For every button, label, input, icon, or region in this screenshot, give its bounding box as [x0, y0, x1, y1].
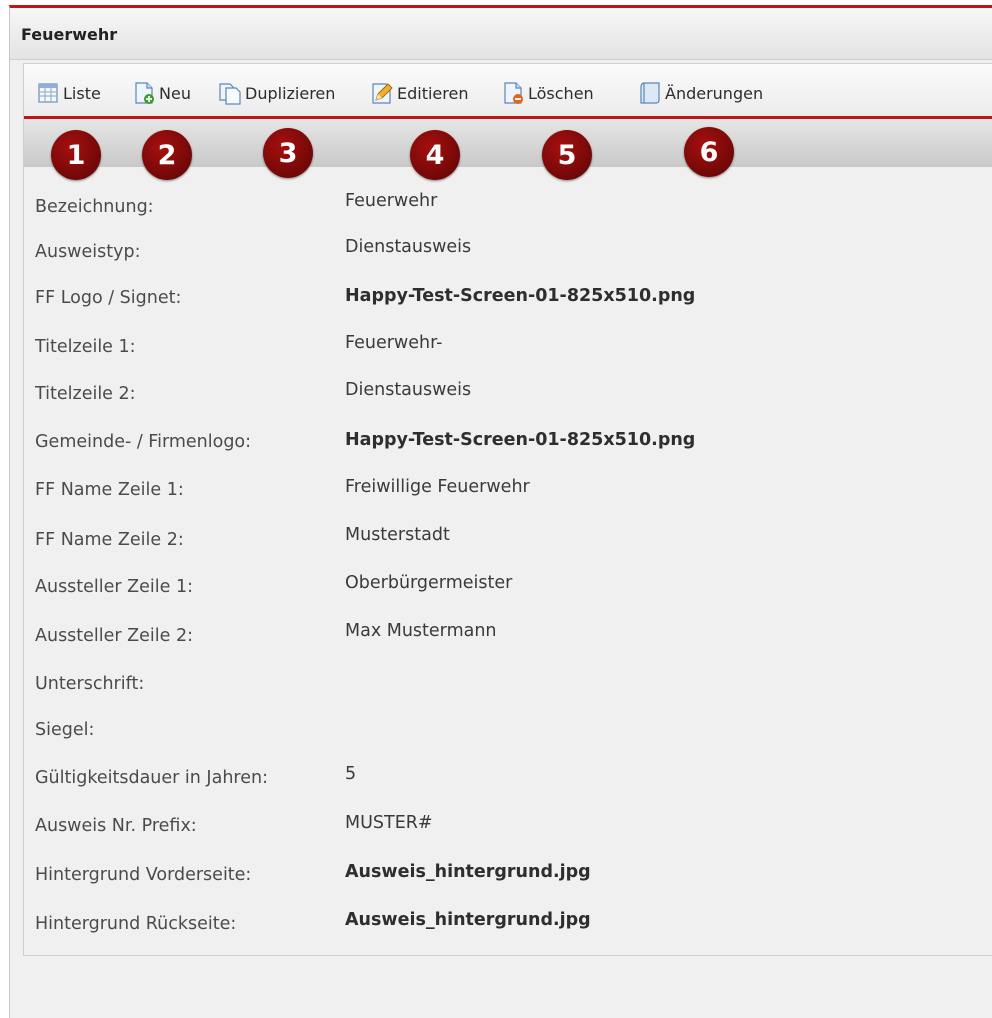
field-label: FF Name Zeile 2:: [35, 530, 184, 550]
toolbar-list-button[interactable]: Liste: [36, 80, 101, 106]
field-label: Unterschrift:: [35, 674, 145, 694]
table-list-icon: [36, 81, 60, 105]
field-value: Ausweis_hintergrund.jpg: [345, 862, 591, 882]
callout-badge-5: 5: [542, 130, 592, 180]
field-label: Titelzeile 1:: [35, 337, 136, 357]
field-value: Happy-Test-Screen-01-825x510.png: [345, 286, 696, 306]
field-value: 5: [345, 764, 357, 784]
field-value: Dienstausweis: [345, 380, 472, 400]
toolbar-changes-button[interactable]: Änderungen: [638, 80, 763, 106]
field-label: FF Name Zeile 1:: [35, 480, 184, 500]
callout-badge-1: 1: [51, 130, 101, 180]
window-title: Feuerwehr: [21, 25, 118, 44]
field-value: Oberbürgermeister: [345, 573, 513, 593]
field-label: Aussteller Zeile 2:: [35, 626, 194, 646]
toolbar-changes-label: Änderungen: [665, 83, 764, 103]
toolbar-edit-label: Editieren: [397, 83, 469, 103]
window-titlebar: Feuerwehr: [10, 8, 992, 60]
field-value: Happy-Test-Screen-01-825x510.png: [345, 430, 696, 450]
field-label: Gemeinde- / Firmenlogo:: [35, 432, 252, 452]
field-label: FF Logo / Signet:: [35, 288, 182, 308]
toolbar: Liste Neu Duplizieren Editieren Löschen: [24, 64, 992, 119]
field-label: Ausweistyp:: [35, 242, 141, 262]
toolbar-edit-button[interactable]: Editieren: [370, 80, 468, 106]
field-value: Dienstausweis: [345, 237, 472, 257]
toolbar-delete-label: Löschen: [528, 83, 594, 103]
record-panel: Liste Neu Duplizieren Editieren Löschen: [23, 63, 992, 956]
toolbar-duplicate-button[interactable]: Duplizieren: [218, 80, 335, 106]
duplicate-icon: [218, 81, 242, 105]
field-label: Aussteller Zeile 1:: [35, 577, 194, 597]
toolbar-delete-button[interactable]: Löschen: [501, 80, 594, 106]
toolbar-new-label: Neu: [159, 83, 191, 103]
field-value: Max Mustermann: [345, 621, 497, 641]
field-label: Hintergrund Rückseite:: [35, 914, 237, 934]
changes-log-icon: [638, 81, 662, 105]
callout-badge-6: 6: [684, 127, 734, 177]
callout-badge-2: 2: [142, 130, 192, 180]
field-label: Bezeichnung:: [35, 197, 154, 217]
field-value: MUSTER#: [345, 813, 433, 833]
field-value: Feuerwehr-: [345, 333, 443, 353]
delete-document-icon: [501, 81, 525, 105]
new-document-icon: [132, 81, 156, 105]
toolbar-list-label: Liste: [63, 83, 101, 103]
callout-badge-4: 4: [410, 130, 460, 180]
field-label: Ausweis Nr. Prefix:: [35, 816, 197, 836]
field-label: Titelzeile 2:: [35, 384, 136, 404]
field-label: Gültigkeitsdauer in Jahren:: [35, 768, 268, 788]
callout-badge-3: 3: [263, 128, 313, 178]
field-value: Musterstadt: [345, 525, 450, 545]
field-value: Freiwillige Feuerwehr: [345, 477, 530, 497]
toolbar-new-button[interactable]: Neu: [132, 80, 191, 106]
field-label: Hintergrund Vorderseite:: [35, 865, 252, 885]
edit-pencil-icon: [370, 81, 394, 105]
field-value: Feuerwehr: [345, 191, 438, 211]
field-label: Siegel:: [35, 720, 95, 740]
field-value: Ausweis_hintergrund.jpg: [345, 910, 591, 930]
toolbar-duplicate-label: Duplizieren: [245, 83, 336, 103]
